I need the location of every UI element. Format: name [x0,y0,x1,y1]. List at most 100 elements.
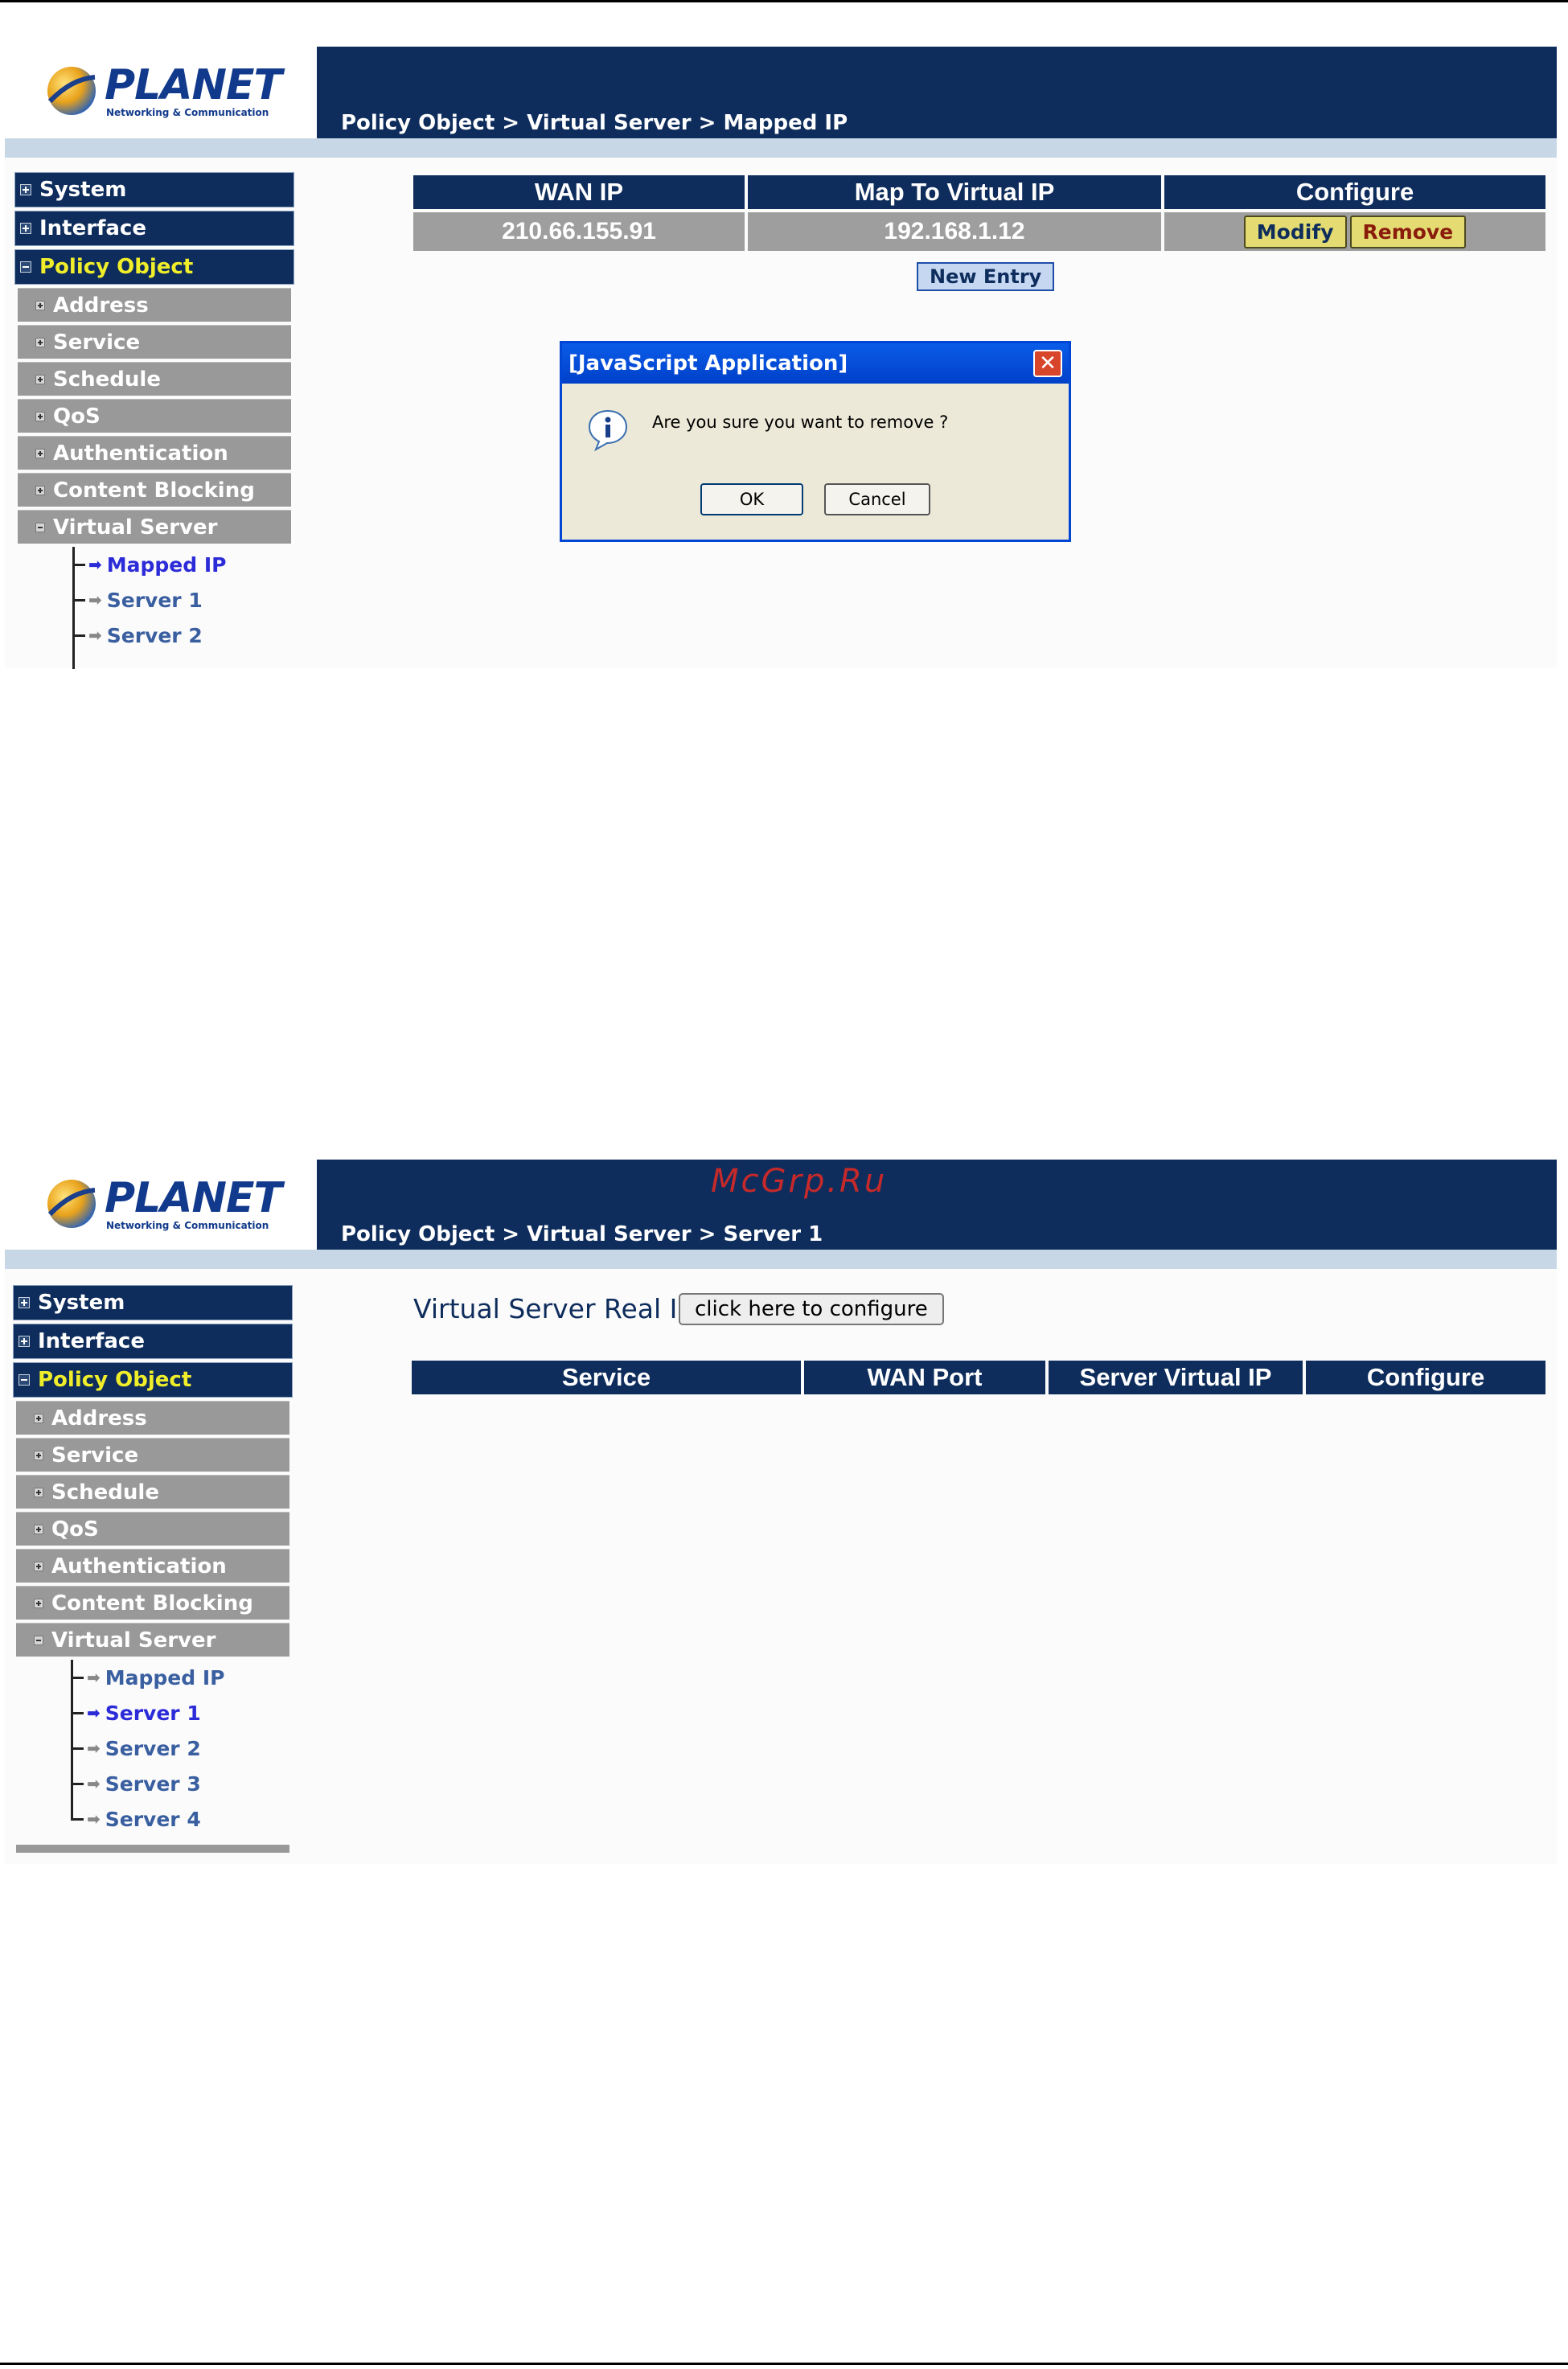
sidebar-item-qos[interactable]: QoS [18,399,291,433]
virtual-server-tree: ➡ Mapped IP ➡ Server 1 ➡ Server 2 [72,547,294,669]
column-header: WAN IP [413,175,745,209]
sidebar-item-virtual-server[interactable]: Virtual Server [16,1623,289,1657]
close-icon[interactable]: ✕ [1033,350,1062,377]
globe-icon [47,67,96,115]
column-header: Configure [1306,1361,1545,1394]
arrow-right-icon: ➡ [87,1703,101,1722]
configure-real-ip-button[interactable]: click here to configure [679,1293,944,1325]
sidebar-item-content-blocking[interactable]: Content Blocking [16,1586,289,1620]
sidebar-item-label: Virtual Server [53,515,218,540]
sidebar-item-schedule[interactable]: Schedule [18,362,291,396]
sidebar-item-system[interactable]: System [13,1285,293,1320]
tree-item-server-2[interactable]: ➡ Server 2 [71,1731,293,1766]
expand-icon [35,300,45,310]
planet-logo: PLANET Networking & Communication [40,1169,282,1234]
brand-tagline: Networking & Communication [106,107,269,118]
arrow-right-icon: ➡ [87,1739,101,1758]
sidebar-item-authentication[interactable]: Authentication [16,1549,289,1583]
tree-item-mapped-ip[interactable]: ➡ Mapped IP [72,547,294,582]
sidebar-item-label: Authentication [53,441,228,466]
sidebar-item-service[interactable]: Service [18,325,291,359]
column-header: Configure [1164,175,1545,209]
sidebar: System Interface Policy Object Address S… [14,172,294,669]
expand-icon [34,1561,43,1571]
modify-button[interactable]: Modify [1243,215,1347,248]
virtual-server-tree: ➡ Mapped IP ➡ Server 1 ➡ Server 2 ➡ Server 3… [71,1660,293,1837]
new-entry-button[interactable]: New Entry [917,262,1055,291]
sidebar-item-system[interactable]: System [14,172,294,207]
brand-tagline: Networking & Communication [106,1220,269,1231]
sidebar-item-virtual-server[interactable]: Virtual Server [18,510,291,544]
virtual-server-real-ip-label: Virtual Server Real IP [413,1293,694,1324]
arrow-right-icon: ➡ [87,1668,101,1687]
tree-item-server-1[interactable]: ➡ Server 1 [72,582,294,618]
expand-icon [35,448,45,458]
sidebar-item-policy-object[interactable]: Policy Object [14,249,294,285]
globe-icon [47,1180,96,1228]
collapse-icon [20,261,31,273]
logo-area: PLANET Networking & Communication [5,47,317,138]
tree-item-label: Server 2 [106,623,203,647]
column-header: Map To Virtual IP [748,175,1161,209]
arrow-right-icon: ➡ [87,1774,101,1793]
sidebar-item-label: Address [51,1406,147,1431]
table-header-row: Service WAN Port Server Virtual IP Confi… [412,1361,1545,1394]
virtual-ip-cell: 192.168.1.12 [748,212,1161,251]
tree-item-label: Server 1 [106,588,203,612]
sidebar-item-label: Address [53,293,149,318]
dialog-message: Are you sure you want to remove ? [652,413,949,432]
dialog-title: [JavaScript Application] [569,351,848,376]
header-strip [5,1250,1557,1269]
mapped-ip-table: WAN IP Map To Virtual IP Configure 210.6… [410,172,1549,254]
tree-item-server-2[interactable]: ➡ Server 2 [72,618,294,653]
sidebar-item-label: System [38,1291,125,1315]
sidebar-item-label: Schedule [53,367,161,392]
table-row: 210.66.155.91 192.168.1.12 Modify Remove [413,212,1545,251]
tree-item-server-1[interactable]: ➡ Server 1 [71,1695,293,1731]
tree-item-mapped-ip[interactable]: ➡ Mapped IP [71,1660,293,1695]
tree-item-label: Server 2 [105,1736,201,1760]
sidebar-item-interface[interactable]: Interface [13,1324,293,1359]
arrow-right-icon: ➡ [88,555,102,574]
sidebar-item-address[interactable]: Address [18,288,291,322]
remove-button[interactable]: Remove [1349,215,1467,248]
expand-icon [34,1598,43,1608]
sidebar-item-content-blocking[interactable]: Content Blocking [18,473,291,507]
sidebar-item-address[interactable]: Address [16,1401,289,1435]
configure-cell: Modify Remove [1164,212,1545,251]
sidebar-item-service[interactable]: Service [16,1438,289,1472]
brand-name: PLANET [105,1174,282,1222]
expand-icon [34,1450,43,1460]
sidebar-item-schedule[interactable]: Schedule [16,1475,289,1509]
screenshot-mapped-ip: PLANET Networking & Communication Policy… [5,47,1557,669]
tree-item-label: Mapped IP [106,552,227,577]
wan-ip-cell: 210.66.155.91 [413,212,745,251]
collapse-icon [35,522,45,532]
expand-icon [18,1297,30,1308]
sidebar-bottom-bar [16,1845,289,1853]
planet-logo: PLANET Networking & Communication [40,56,282,121]
sidebar-item-interface[interactable]: Interface [14,211,294,246]
sidebar-item-label: Interface [38,1329,145,1353]
header-strip [5,138,1557,158]
expand-icon [20,184,31,195]
page-bottom-rule [0,2363,1568,2365]
tree-item-server-4[interactable]: ➡ Server 4 [71,1801,293,1837]
sidebar-item-qos[interactable]: QoS [16,1512,289,1546]
expand-icon [18,1336,30,1347]
sidebar-submenu: Address Service Schedule QoS Authenticat… [18,288,291,544]
collapse-icon [34,1635,43,1645]
expand-icon [35,337,45,347]
sidebar-item-label: Interface [39,216,146,240]
expand-icon [20,223,31,234]
sidebar-item-policy-object[interactable]: Policy Object [13,1362,293,1398]
sidebar-item-authentication[interactable]: Authentication [18,436,291,470]
sidebar-item-label: System [39,178,127,202]
cancel-button[interactable]: Cancel [824,483,930,515]
sidebar-item-label: Policy Object [38,1368,192,1392]
arrow-right-icon: ➡ [87,1809,101,1829]
expand-icon [34,1413,43,1423]
tree-item-server-3[interactable]: ➡ Server 3 [71,1766,293,1801]
table-header-row: WAN IP Map To Virtual IP Configure [413,175,1545,209]
ok-button[interactable]: OK [700,483,803,515]
